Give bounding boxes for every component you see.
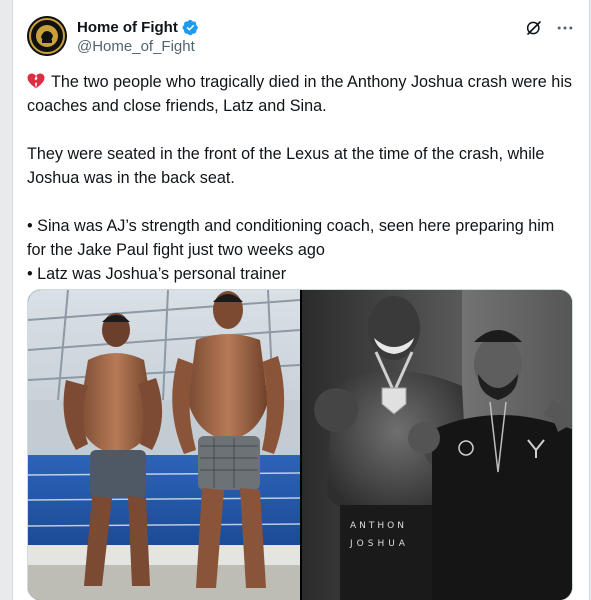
author-names: Home of Fight @Home_of_Fight [77, 18, 199, 56]
post-header: Home of Fight @Home_of_Fight [27, 16, 575, 60]
verified-badge-icon [182, 19, 198, 36]
grok-icon[interactable] [525, 19, 543, 37]
shorts-text-line-1: ANTHON [350, 521, 407, 531]
media-photo-right[interactable]: ANTHON JOSHUA [302, 290, 572, 600]
author-avatar[interactable] [27, 16, 67, 56]
home-of-fight-logo-icon [27, 16, 67, 56]
author-handle[interactable]: @Home_of_Fight [77, 37, 199, 56]
media-photo-left[interactable] [28, 290, 300, 600]
post-bullet-2: • Latz was Joshua’s personal trainer [27, 265, 287, 283]
joshua-and-trainer-image: ANTHON JOSHUA [302, 290, 572, 600]
post-paragraph-1-text: The two people who tragically died in th… [27, 73, 573, 115]
broken-heart-icon [27, 73, 45, 89]
post-bullet-1: • Sina was AJ’s strength and conditionin… [27, 217, 555, 259]
author-display-name[interactable]: Home of Fight [77, 18, 178, 37]
two-shirtless-men-poolside-image [28, 290, 300, 600]
shorts-text-line-2: JOSHUA [349, 539, 409, 549]
post-paragraph-2: They were seated in the front of the Lex… [27, 145, 545, 187]
header-actions [525, 18, 575, 38]
post-text: The two people who tragically died in th… [27, 70, 575, 286]
post-card[interactable]: Home of Fight @Home_of_Fight The two peo… [12, 0, 590, 600]
more-options-icon[interactable] [555, 18, 575, 38]
post-paragraph-1: The two people who tragically died in th… [27, 70, 575, 118]
post-media[interactable]: ANTHON JOSHUA [27, 289, 573, 600]
